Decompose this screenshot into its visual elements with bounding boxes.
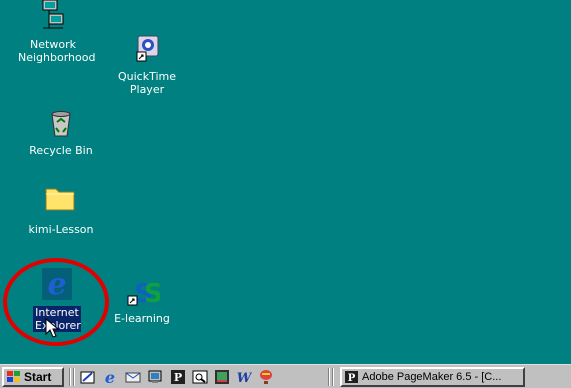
show-desktop-icon[interactable]: [80, 369, 96, 385]
taskbar: Start e P W P Adobe PageMaker 6.5 - [C..…: [0, 364, 571, 388]
internet-explorer-icon[interactable]: e: [102, 369, 118, 385]
desktop: Network Neighborhood QuickTime Player Re…: [0, 0, 571, 364]
recycle-bin-shortcut[interactable]: Recycle Bin: [24, 108, 98, 157]
highlight-circle: [3, 258, 109, 346]
e-learning-icon: S S: [127, 279, 160, 308]
svg-text:S: S: [144, 279, 160, 308]
icon-label: QuickTime Player: [117, 70, 177, 96]
folder-icon: [45, 188, 75, 211]
outlook-express-icon[interactable]: [125, 369, 141, 385]
icon-label: Recycle Bin: [29, 144, 93, 157]
svg-text:P: P: [174, 371, 182, 384]
svg-text:P: P: [348, 373, 356, 383]
network-neighborhood-shortcut[interactable]: Network Neighborhood: [18, 0, 96, 64]
browser-icon[interactable]: [192, 369, 208, 385]
image-editor-icon[interactable]: [214, 369, 230, 385]
task-button-label: Adobe PageMaker 6.5 - [C...: [362, 371, 502, 383]
network-neighborhood-icon: [42, 0, 64, 29]
quicktime-player-shortcut[interactable]: QuickTime Player: [112, 34, 182, 96]
icon-label: kimi-Lesson: [28, 223, 94, 236]
pagemaker-task-button[interactable]: P Adobe PageMaker 6.5 - [C...: [340, 367, 525, 387]
svg-text:e: e: [105, 369, 115, 385]
taskbar-separator: [69, 368, 71, 386]
taskbar-separator: [328, 368, 330, 386]
quicktime-player-icon: [136, 35, 159, 62]
pagemaker-icon[interactable]: P: [170, 369, 186, 385]
taskbar-separator: [73, 368, 75, 386]
e-learning-shortcut[interactable]: S S E-learning: [110, 276, 174, 325]
svg-text:W: W: [237, 371, 252, 385]
start-button[interactable]: Start: [2, 367, 64, 387]
word-icon[interactable]: W: [236, 369, 252, 385]
windows-logo-icon: [7, 371, 20, 382]
kimi-lesson-folder[interactable]: kimi-Lesson: [24, 183, 98, 236]
balloon-icon[interactable]: [258, 369, 274, 385]
start-label: Start: [24, 370, 52, 384]
icon-label: Network Neighborhood: [18, 38, 96, 64]
icon-label: E-learning: [114, 312, 170, 325]
taskbar-separator: [332, 368, 334, 386]
channels-icon[interactable]: [147, 369, 163, 385]
pagemaker-icon: P: [345, 371, 358, 383]
recycle-bin-icon: [51, 111, 71, 137]
